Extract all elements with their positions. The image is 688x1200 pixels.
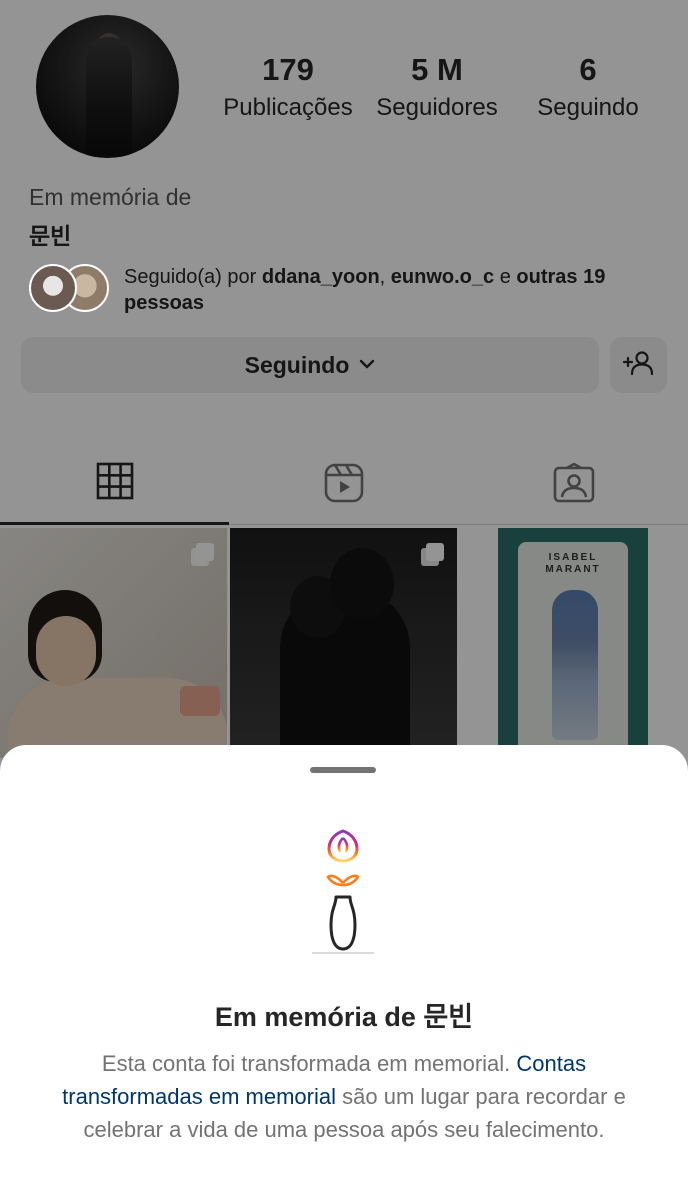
memorial-flower-icon [310, 825, 376, 965]
memorial-title: Em memória de 문빈 [214, 1002, 474, 1032]
drag-handle[interactable] [310, 767, 376, 773]
mutual-avatars [29, 264, 111, 314]
memorial-bottom-sheet: Em memória de 문빈 Esta conta foi transfor… [0, 745, 688, 1200]
memorial-description: Esta conta foi transformada em memorial.… [48, 1047, 640, 1146]
mutual-avatar [29, 264, 77, 312]
memorial-description-text: Esta conta foi transformada em memorial. [101, 1051, 517, 1076]
